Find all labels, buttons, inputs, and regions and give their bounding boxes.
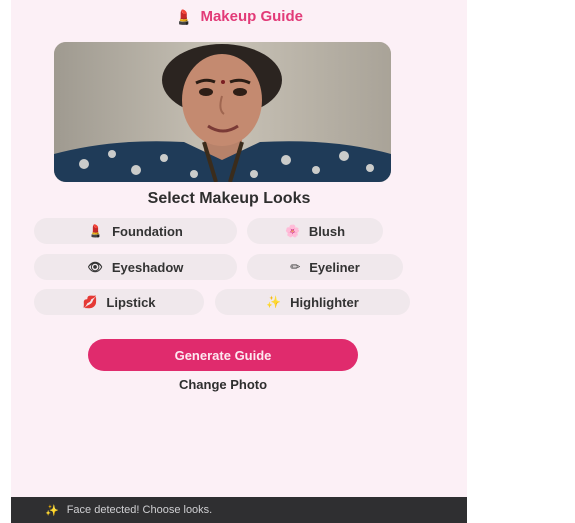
- look-chip-highlighter[interactable]: ✨ Highlighter: [215, 289, 410, 315]
- status-toast: ✨ Face detected! Choose looks.: [11, 497, 467, 523]
- look-chip-eyeshadow[interactable]: 👁 Eyeshadow: [34, 254, 237, 280]
- app-screen: 💄 Makeup Guide Select Makeup Looks 💄 Fou…: [11, 0, 467, 523]
- look-chip-foundation[interactable]: 💄 Foundation: [34, 218, 237, 244]
- chip-label: Eyeshadow: [111, 259, 184, 275]
- look-chip-blush[interactable]: 🌸 Blush: [247, 218, 383, 244]
- lips-icon: 💋: [82, 295, 98, 309]
- toast-message: Face detected! Choose looks.: [66, 504, 213, 516]
- look-chip-lipstick[interactable]: 💋 Lipstick: [34, 289, 204, 315]
- pencil-icon: ✏: [290, 260, 301, 274]
- lipstick-icon: 💄: [175, 8, 193, 25]
- sparkles-icon: ✨: [266, 295, 282, 309]
- chip-label: Foundation: [112, 223, 183, 239]
- chip-label: Eyeliner: [309, 259, 360, 275]
- look-chip-eyeliner[interactable]: ✏ Eyeliner: [247, 254, 403, 280]
- app-title: Makeup Guide: [200, 8, 303, 25]
- sparkles-icon: ✨: [45, 504, 59, 517]
- chip-label: Lipstick: [106, 294, 156, 310]
- change-photo-button[interactable]: Change Photo: [88, 377, 358, 392]
- face-photo-image: [54, 42, 391, 182]
- generate-guide-button[interactable]: Generate Guide: [88, 339, 358, 371]
- face-photo[interactable]: [54, 42, 391, 182]
- chip-label: Highlighter: [290, 294, 359, 310]
- blossom-icon: 🌸: [284, 224, 300, 238]
- app-header: 💄 Makeup Guide: [11, 8, 467, 25]
- chip-label: Blush: [308, 223, 346, 239]
- eye-icon: 👁: [87, 260, 103, 274]
- lipstick-icon: 💄: [88, 224, 104, 238]
- looks-section-title: Select Makeup Looks: [147, 190, 311, 207]
